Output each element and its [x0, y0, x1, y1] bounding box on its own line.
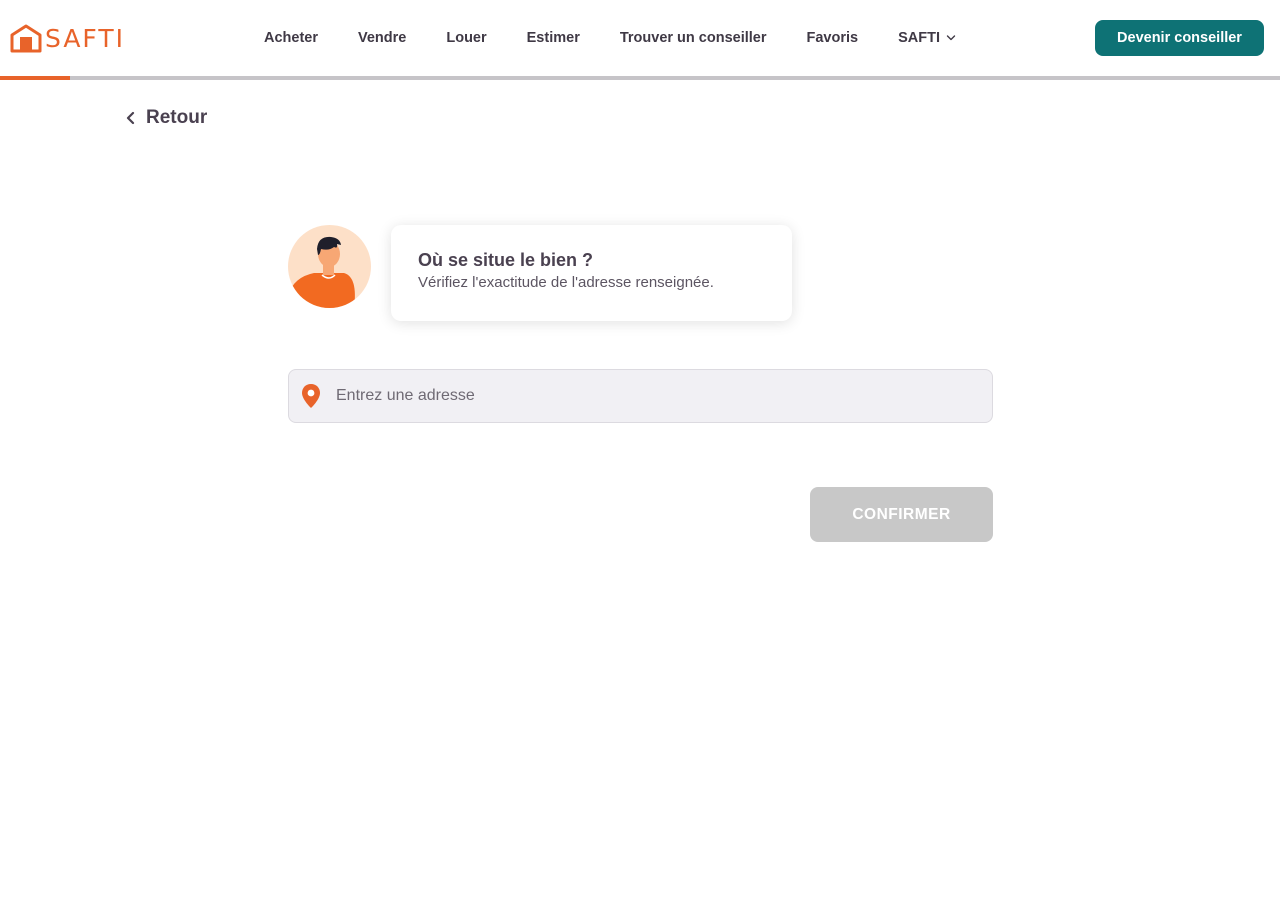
- advisor-avatar: [288, 225, 371, 308]
- chevron-down-icon: [946, 35, 956, 41]
- confirm-button[interactable]: CONFIRMER: [810, 487, 993, 542]
- devenir-conseiller-button[interactable]: Devenir conseiller: [1095, 20, 1264, 56]
- question-title: Où se situe le bien ?: [418, 250, 594, 270]
- nav-trouver-conseiller[interactable]: Trouver un conseiller: [620, 30, 767, 46]
- nav-favoris[interactable]: Favoris: [807, 30, 859, 46]
- question-subtitle: Vérifiez l'exactitude de l'adresse rense…: [418, 274, 714, 291]
- question-bubble: Où se situe le bien ? Vérifiez l'exactit…: [391, 225, 792, 321]
- chevron-left-icon: [126, 111, 135, 125]
- back-link[interactable]: Retour: [125, 105, 207, 131]
- nav-vendre[interactable]: Vendre: [358, 30, 406, 46]
- nav-louer[interactable]: Louer: [446, 30, 486, 46]
- house-icon: [10, 24, 42, 53]
- nav-acheter[interactable]: Acheter: [264, 30, 318, 46]
- progress-fill: [0, 76, 71, 80]
- safti-logo[interactable]: SAFTI: [10, 22, 125, 54]
- site-header: SAFTI Acheter Vendre Louer Estimer Trouv…: [0, 0, 1280, 76]
- back-label: Retour: [146, 107, 208, 128]
- advisor-illustration: [288, 236, 355, 308]
- address-input[interactable]: [336, 376, 956, 416]
- address-field[interactable]: [288, 369, 993, 423]
- main-nav: Acheter Vendre Louer Estimer Trouver un …: [264, 26, 956, 50]
- progress-bar: [0, 76, 1280, 80]
- logo-text: SAFTI: [45, 23, 126, 53]
- nav-estimer[interactable]: Estimer: [527, 30, 580, 46]
- map-pin-icon: [302, 384, 320, 408]
- nav-safti-dropdown[interactable]: SAFTI: [898, 30, 956, 46]
- nav-safti-label: SAFTI: [898, 30, 940, 46]
